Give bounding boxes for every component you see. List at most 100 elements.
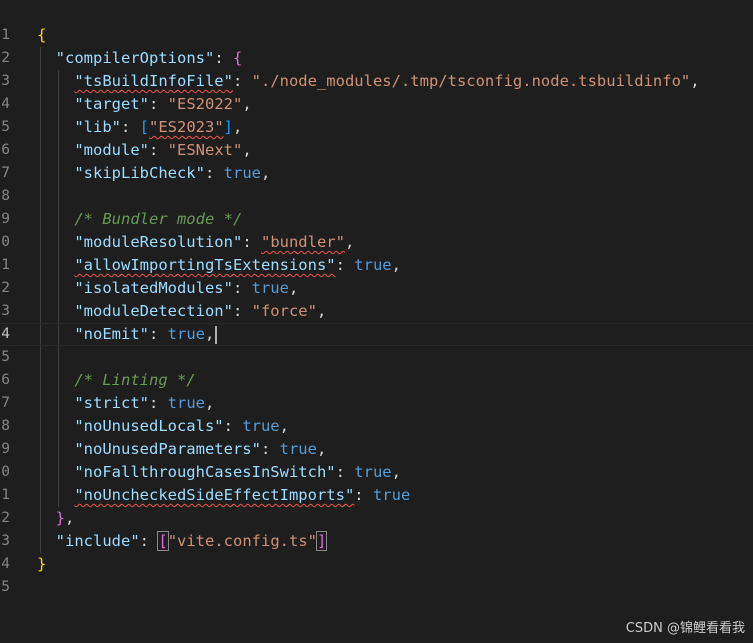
code-text: "target": "ES2022",: [37, 93, 252, 116]
code-token: ,: [242, 95, 252, 113]
line-number: 5: [1, 349, 10, 365]
code-line[interactable]: 8 "noUnusedLocals": true,: [0, 415, 753, 438]
error-token: "noUncheckedSideEffectImports": [74, 486, 355, 504]
line-number: 2: [1, 280, 10, 296]
code-line[interactable]: 4 "noEmit": true,: [0, 323, 753, 346]
line-number: 9: [1, 441, 10, 457]
code-text: "moduleResolution": "bundler",: [37, 231, 354, 254]
code-token: ,: [316, 302, 327, 320]
code-token: [: [157, 531, 169, 551]
code-line[interactable]: 3 "include": ["vite.config.ts"]: [0, 530, 753, 553]
code-token: :: [232, 279, 252, 297]
code-line[interactable]: 4 "target": "ES2022",: [0, 93, 753, 116]
line-number: 6: [1, 372, 10, 388]
code-line[interactable]: 1{: [0, 24, 753, 47]
code-token: "noEmit": [74, 325, 149, 343]
code-token: ,: [233, 118, 243, 136]
code-token: true: [167, 325, 205, 343]
code-editor[interactable]: 1{2 "compilerOptions": {3 "tsBuildInfoFi…: [0, 0, 753, 643]
code-text: "noFallthroughCasesInSwitch": true,: [37, 461, 401, 484]
code-line[interactable]: 2 "compilerOptions": {: [0, 47, 753, 70]
line-number: 8: [1, 188, 10, 204]
code-line[interactable]: 7 "skipLibCheck": true,: [0, 162, 753, 185]
code-token: "module": [74, 141, 149, 159]
code-text: "module": "ESNext",: [37, 139, 252, 162]
code-token: ]: [315, 531, 328, 551]
line-number: 8: [1, 418, 10, 434]
code-token: :: [139, 532, 159, 550]
code-token: {: [232, 49, 243, 67]
code-token: ,: [288, 279, 299, 297]
code-line[interactable]: 4}: [0, 553, 753, 576]
code-token: /* Bundler mode */: [74, 210, 243, 228]
line-number: 3: [1, 303, 10, 319]
code-token: true: [223, 164, 261, 182]
code-token: ,: [260, 164, 271, 182]
code-token: :: [335, 463, 355, 481]
line-number: 3: [1, 73, 10, 89]
code-token: true: [354, 256, 392, 274]
code-token: :: [148, 95, 168, 113]
code-token: "force": [251, 302, 317, 320]
line-number: 4: [1, 96, 10, 112]
code-token: :: [204, 164, 224, 182]
code-token: }: [37, 555, 47, 573]
code-line[interactable]: 3 "moduleDetection": "force",: [0, 300, 753, 323]
code-line[interactable]: 0 "noFallthroughCasesInSwitch": true,: [0, 461, 753, 484]
code-line[interactable]: 1 "allowImportingTsExtensions": true,: [0, 254, 753, 277]
code-text: {: [37, 24, 46, 47]
line-number: 2: [1, 510, 10, 526]
code-token: "noUnusedLocals": [74, 417, 224, 435]
code-line[interactable]: 5 "lib": ["ES2023"],: [0, 116, 753, 139]
line-number: 7: [1, 165, 10, 181]
code-token: true: [354, 463, 392, 481]
code-token: true: [251, 279, 289, 297]
code-line[interactable]: 2 },: [0, 507, 753, 530]
code-token: :: [148, 141, 168, 159]
watermark: CSDN @锦鲤看看我: [625, 621, 745, 636]
line-number: 4: [1, 326, 10, 342]
code-text: "allowImportingTsExtensions": true,: [37, 254, 401, 277]
code-token: ,: [391, 463, 401, 481]
code-line[interactable]: 5: [0, 576, 753, 599]
code-line[interactable]: 6 /* Linting */: [0, 369, 753, 392]
code-line[interactable]: 5: [0, 346, 753, 369]
code-line[interactable]: 9 /* Bundler mode */: [0, 208, 753, 231]
code-line[interactable]: 7 "strict": true,: [0, 392, 753, 415]
text-cursor: [215, 325, 218, 344]
code-text: "moduleDetection": "force",: [37, 300, 326, 323]
code-token: ]: [223, 118, 234, 136]
code-token: ,: [242, 141, 252, 159]
line-number: 2: [1, 50, 10, 66]
code-token: "include": [55, 532, 140, 550]
error-token: "allowImportingTsExtensions": [74, 256, 336, 274]
code-line[interactable]: 2 "isolatedModules": true,: [0, 277, 753, 300]
code-token: "target": [74, 95, 149, 113]
code-line[interactable]: 9 "noUnusedParameters": true,: [0, 438, 753, 461]
code-line[interactable]: 1 "noUncheckedSideEffectImports": true: [0, 484, 753, 507]
code-token: :: [335, 256, 355, 274]
code-line[interactable]: 3 "tsBuildInfoFile": "./node_modules/.tm…: [0, 70, 753, 93]
code-token: {: [37, 26, 47, 44]
code-text: /* Bundler mode */: [37, 208, 242, 231]
line-number: 1: [1, 27, 10, 43]
code-line[interactable]: 0 "moduleResolution": "bundler",: [0, 231, 753, 254]
line-number: 4: [1, 556, 10, 572]
code-line[interactable]: 8: [0, 185, 753, 208]
line-number: 9: [1, 211, 10, 227]
code-text: "lib": ["ES2023"],: [37, 116, 242, 139]
code-token: "ES2022": [167, 95, 243, 113]
code-line[interactable]: 6 "module": "ESNext",: [0, 139, 753, 162]
